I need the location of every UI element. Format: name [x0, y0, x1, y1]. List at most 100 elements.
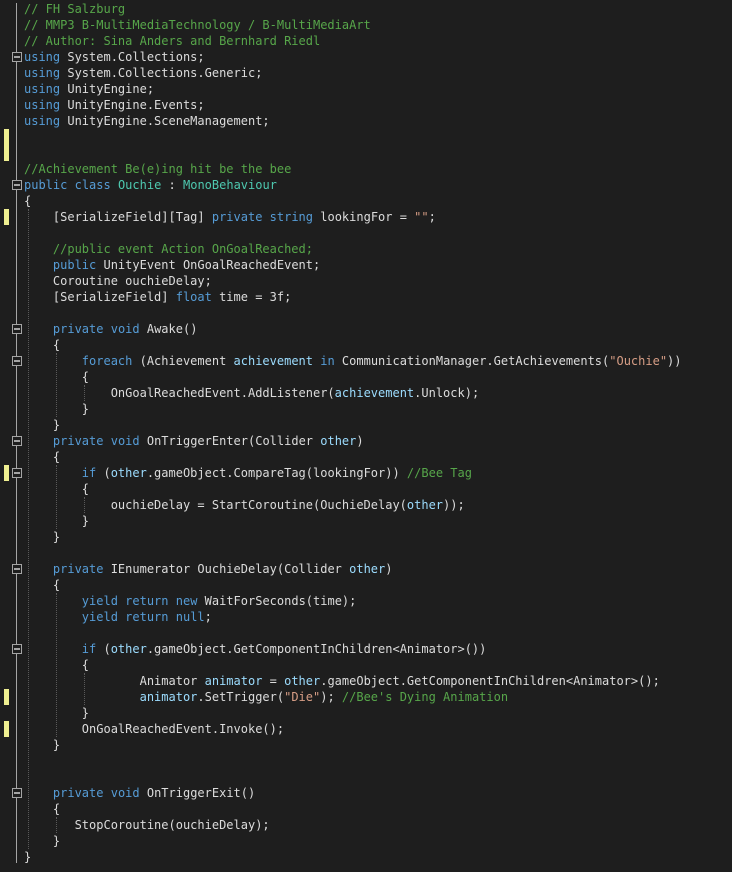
code-line[interactable]: ouchieDelay = StartCoroutine(OuchieDelay… [0, 497, 732, 513]
code-token: } [24, 850, 32, 864]
code-token: } [24, 834, 61, 848]
code-line[interactable]: Animator animator = other.gameObject.Get… [0, 673, 732, 689]
collapse-toggle-icon[interactable] [12, 468, 22, 478]
indent-guide [84, 497, 85, 513]
code-line[interactable]: [SerializeField][Tag] private string loo… [0, 209, 732, 225]
code-token: .gameObject.GetComponentInChildren<Anima… [320, 674, 660, 688]
code-line[interactable]: } [0, 417, 732, 433]
code-token: WaitForSeconds(time); [197, 594, 357, 608]
code-token: return [125, 610, 169, 624]
code-token: } [24, 530, 61, 544]
code-token: if [24, 642, 97, 656]
code-token: { [24, 802, 61, 816]
code-line[interactable]: OnGoalReachedEvent.AddListener(achieveme… [0, 385, 732, 401]
code-line[interactable] [0, 545, 732, 561]
collapse-toggle-icon[interactable] [12, 436, 22, 446]
code-line[interactable]: OnGoalReachedEvent.Invoke(); [0, 721, 732, 737]
code-text: Coroutine ouchieDelay; [24, 273, 212, 289]
code-line[interactable] [0, 753, 732, 769]
code-line[interactable]: yield return new WaitForSeconds(time); [0, 593, 732, 609]
code-line[interactable]: { [0, 449, 732, 465]
code-text: } [24, 833, 60, 849]
code-text: using UnityEngine.Events; [24, 97, 205, 113]
code-line[interactable]: { [0, 657, 732, 673]
code-line[interactable]: { [0, 801, 732, 817]
code-line[interactable]: private void Awake() [0, 321, 732, 337]
collapse-toggle-icon[interactable] [12, 644, 22, 654]
code-line[interactable]: if (other.gameObject.CompareTag(lookingF… [0, 465, 732, 481]
code-line[interactable]: [SerializeField] float time = 3f; [0, 289, 732, 305]
code-line[interactable]: { [0, 481, 732, 497]
code-line[interactable]: // MMP3 B-MultiMediaTechnology / B-Multi… [0, 17, 732, 33]
code-line[interactable]: yield return null; [0, 609, 732, 625]
code-text: // MMP3 B-MultiMediaTechnology / B-Multi… [24, 17, 371, 33]
code-editor[interactable]: // FH Salzburg // MMP3 B-MultiMediaTechno… [0, 0, 732, 872]
collapse-toggle-icon[interactable] [12, 324, 22, 334]
code-line[interactable]: } [0, 833, 732, 849]
code-line[interactable]: //public event Action OnGoalReached; [0, 241, 732, 257]
code-line[interactable]: foreach (Achievement achievement in Comm… [0, 353, 732, 369]
code-line[interactable]: } [0, 401, 732, 417]
code-text: yield return new WaitForSeconds(time); [24, 593, 357, 609]
code-line[interactable]: // FH Salzburg [0, 1, 732, 17]
code-token: MonoBehaviour [183, 178, 277, 192]
code-line[interactable]: private void OnTriggerExit() [0, 785, 732, 801]
code-line[interactable]: public UnityEvent OnGoalReachedEvent; [0, 257, 732, 273]
code-line[interactable]: private IEnumerator OuchieDelay(Collider… [0, 561, 732, 577]
code-line[interactable]: animator.SetTrigger("Die"); //Bee's Dyin… [0, 689, 732, 705]
code-line[interactable]: } [0, 529, 732, 545]
code-line[interactable]: { [0, 577, 732, 593]
code-token: lookingFor = [313, 210, 415, 224]
code-line[interactable]: } [0, 705, 732, 721]
code-line[interactable]: StopCoroutine(ouchieDelay); [0, 817, 732, 833]
code-token: void [110, 434, 140, 448]
collapse-toggle-icon[interactable] [12, 52, 22, 62]
code-line[interactable]: { [0, 193, 732, 209]
code-line[interactable]: if (other.gameObject.GetComponentInChild… [0, 641, 732, 657]
code-line[interactable]: Coroutine ouchieDelay; [0, 273, 732, 289]
code-token: .gameObject.GetComponentInChildren<Anima… [146, 642, 487, 656]
code-token: private [24, 562, 104, 576]
code-line[interactable]: { [0, 337, 732, 353]
code-token: (Achievement [132, 354, 234, 368]
code-line[interactable]: private void OnTriggerEnter(Collider oth… [0, 433, 732, 449]
code-token: ( [96, 466, 111, 480]
change-marker [4, 689, 9, 705]
code-line[interactable] [0, 305, 732, 321]
code-token: //Achievement Be(e)ing hit be the bee [24, 162, 292, 176]
code-text: { [24, 801, 60, 817]
code-token: ( [96, 642, 111, 656]
code-line[interactable]: using UnityEngine.Events; [0, 97, 732, 113]
code-token: if [24, 466, 97, 480]
code-line[interactable] [0, 129, 732, 145]
code-line[interactable]: // Author: Sina Anders and Bernhard Ried… [0, 33, 732, 49]
code-line[interactable]: public class Ouchie : MonoBehaviour [0, 177, 732, 193]
code-text: using System.Collections.Generic; [24, 65, 262, 81]
code-line[interactable]: } [0, 849, 732, 865]
code-token: { [24, 450, 61, 464]
code-token: ouchieDelay = StartCoroutine(OuchieDelay… [24, 498, 407, 512]
code-line[interactable]: using System.Collections; [0, 49, 732, 65]
code-line[interactable] [0, 769, 732, 785]
code-line[interactable]: using UnityEngine.SceneManagement; [0, 113, 732, 129]
code-line[interactable]: using UnityEngine; [0, 81, 732, 97]
collapse-toggle-icon[interactable] [12, 788, 22, 798]
code-text: // Author: Sina Anders and Bernhard Ried… [24, 33, 320, 49]
code-token: private [24, 786, 104, 800]
code-text: if (other.gameObject.GetComponentInChild… [24, 641, 487, 657]
code-line[interactable]: { [0, 369, 732, 385]
code-token: private [24, 322, 104, 336]
code-line[interactable]: } [0, 513, 732, 529]
collapse-toggle-icon[interactable] [12, 564, 22, 574]
code-line[interactable]: } [0, 737, 732, 753]
code-line[interactable] [0, 625, 732, 641]
code-line[interactable] [0, 145, 732, 161]
code-token: other [320, 434, 357, 448]
code-line[interactable]: using System.Collections.Generic; [0, 65, 732, 81]
code-line[interactable]: //Achievement Be(e)ing hit be the bee [0, 161, 732, 177]
code-line[interactable] [0, 225, 732, 241]
collapse-toggle-icon[interactable] [12, 180, 22, 190]
collapse-toggle-icon[interactable] [12, 356, 22, 366]
